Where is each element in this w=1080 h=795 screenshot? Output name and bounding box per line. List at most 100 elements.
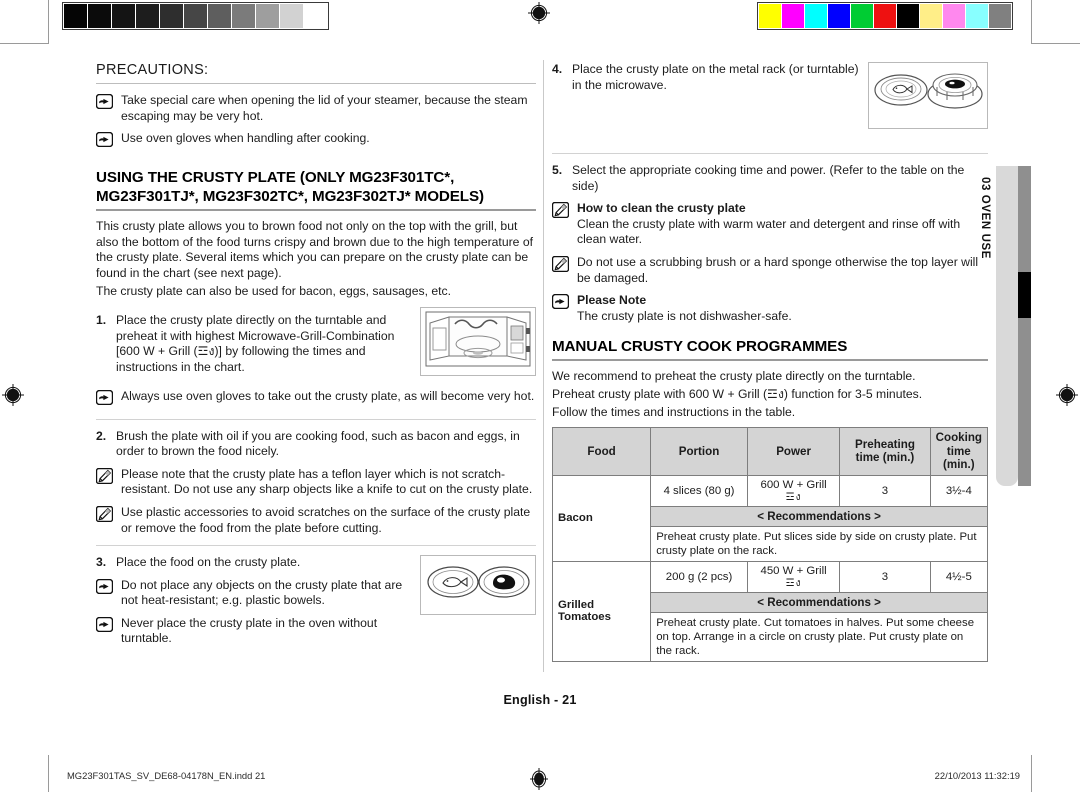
- pointing-hand-icon: [95, 616, 114, 637]
- step-1: 1. Place the crusty plate directly on th…: [96, 313, 412, 375]
- step-1-block: 1. Place the crusty plate directly on th…: [96, 307, 536, 381]
- step-5-number: 5.: [552, 163, 563, 177]
- note-after-step-1: Always use oven gloves to take out the c…: [95, 388, 536, 410]
- recommendations-label-grilled-tomatoes: < Recommendations >: [650, 591, 988, 613]
- cell-power-grilled-tomatoes: 450 W + Grill ☲ง: [746, 560, 841, 593]
- precaution-note-1: Take special care when opening the lid o…: [95, 93, 536, 124]
- section-heading: USING THE CRUSTY PLATE (ONLY MG23F301TC*…: [96, 168, 536, 206]
- registration-target-top-icon: [528, 2, 550, 24]
- gray-swatch-6: [208, 4, 231, 28]
- cell-cooking-grilled-tomatoes: 4½-5: [929, 560, 989, 593]
- precautions-heading: PRECAUTIONS:: [96, 62, 209, 78]
- page-label: English - 21: [503, 693, 577, 707]
- microwave-open-door-figure: [420, 307, 536, 377]
- pointing-hand-icon: [95, 578, 114, 599]
- pointing-hand-icon: [551, 293, 570, 314]
- step-2-number: 2.: [96, 428, 107, 443]
- section-heading-line-2: MG23F301TJ*, MG23F302TC*, MG23F302TJ* MO…: [96, 188, 484, 206]
- crop-mark-top-right-v: [1031, 0, 1032, 44]
- side-tab-bar: [1018, 166, 1031, 486]
- color-swatch-2: [805, 4, 827, 28]
- plate-on-rack-figure: [868, 62, 988, 129]
- note-how-to-clean-title: How to clean the crusty plate: [577, 201, 746, 216]
- grill-glyph-icon: ☲ง: [785, 577, 802, 589]
- column-header-power: Power: [746, 427, 841, 476]
- step-4-text: Place the crusty plate on the metal rack…: [572, 62, 859, 92]
- note-how-to-clean-text: Clean the crusty plate with warm water a…: [577, 216, 961, 247]
- gray-swatch-9: [280, 4, 303, 28]
- crop-mark-bottom-left-v: [48, 755, 49, 792]
- column-header-food: Food: [551, 427, 652, 476]
- side-tab-background: [996, 166, 1018, 486]
- step-2-text: Brush the plate with oil if you are cook…: [116, 428, 520, 459]
- column-divider: [543, 60, 544, 672]
- note-please-note-title: Please Note: [577, 293, 647, 308]
- crop-mark-bottom-right-v: [1031, 755, 1032, 792]
- note-after-step-1-text: Always use oven gloves to take out the c…: [121, 388, 535, 403]
- cell-food-grilled-tomatoes: Grilled Tomatoes: [551, 560, 652, 662]
- pointing-hand-icon: [95, 131, 114, 152]
- section-heading-line-1: USING THE CRUSTY PLATE (ONLY MG23F301TC*…: [96, 169, 455, 187]
- step-1-text: Place the crusty plate directly on the t…: [116, 313, 395, 374]
- color-calibration-strip: [757, 2, 1013, 30]
- precaution-note-2-text: Use oven gloves when handling after cook…: [121, 131, 370, 146]
- step-3: 3. Place the food on the crusty plate.: [96, 555, 412, 571]
- color-swatch-5: [874, 4, 896, 28]
- color-swatch-8: [943, 4, 965, 28]
- note-scrubbing-brush: Do not use a scrubbing brush or a hard s…: [551, 255, 988, 286]
- column-header-preheating-time: Preheating time (min.): [839, 427, 931, 476]
- intro-paragraph-2: The crusty plate can also be used for ba…: [96, 283, 452, 298]
- color-swatch-0: [759, 4, 781, 28]
- cell-portion-bacon: 4 slices (80 g): [650, 474, 748, 507]
- note-never-without-turntable: Never place the crusty plate in the oven…: [95, 615, 412, 647]
- cell-preheating-grilled-tomatoes: 3: [839, 560, 931, 593]
- step-3-text: Place the food on the crusty plate.: [116, 555, 301, 570]
- table-header-row: Food Portion Power Preheating time (min.)…: [551, 427, 989, 476]
- step-5-text: Select the appropriate cooking time and …: [572, 163, 965, 193]
- step-4-number: 4.: [552, 62, 563, 76]
- recommendations-text-grilled-tomatoes: Preheat crusty plate. Cut tomatoes in ha…: [650, 611, 988, 662]
- crop-mark-top-left-v: [48, 0, 49, 44]
- color-swatch-7: [920, 4, 942, 28]
- note-heat-resistant: Do not place any objects on the crusty p…: [95, 578, 412, 609]
- note-pencil-icon: [551, 255, 570, 277]
- cell-portion-grilled-tomatoes: 200 g (2 pcs): [650, 560, 748, 593]
- programmes-intro-3: Follow the times and instructions in the…: [552, 404, 796, 419]
- divider-after-step-2: [96, 545, 536, 547]
- note-never-without-turntable-text: Never place the crusty plate in the oven…: [121, 615, 378, 646]
- crop-mark-top-left-h: [0, 43, 48, 44]
- cell-power-bacon: 600 W + Grill ☲ง: [746, 474, 841, 507]
- fish-and-steak-on-plates-figure: [420, 555, 536, 616]
- gray-swatch-8: [256, 4, 279, 28]
- gray-swatch-4: [160, 4, 183, 28]
- gray-swatch-10: [304, 4, 327, 28]
- grayscale-calibration-strip: [62, 2, 329, 30]
- color-swatch-10: [989, 4, 1011, 28]
- step-2: 2. Brush the plate with oil if you are c…: [96, 429, 536, 460]
- gray-swatch-1: [88, 4, 111, 28]
- note-plastic-accessories-text: Use plastic accessories to avoid scratch…: [121, 504, 531, 535]
- date-stamp: 22/10/2013 11:32:19: [934, 770, 1020, 781]
- column-header-portion: Portion: [650, 427, 748, 476]
- programmes-heading-rule: [552, 359, 988, 362]
- color-swatch-4: [851, 4, 873, 28]
- registration-target-right-icon: [1056, 384, 1078, 406]
- right-column: 4. Place the crusty plate on the metal r…: [551, 62, 989, 662]
- section-heading-rule: [96, 209, 536, 212]
- side-tab-chapter-marker: [1018, 272, 1031, 318]
- divider-after-step-4: [552, 153, 988, 154]
- precaution-note-1-text: Take special care when opening the lid o…: [121, 93, 528, 123]
- note-please-note: Please Note The crusty plate is not dish…: [551, 293, 988, 324]
- gray-swatch-2: [112, 4, 135, 28]
- note-pencil-icon: [95, 467, 114, 489]
- color-swatch-3: [828, 4, 850, 28]
- manual-crusty-cook-table: Food Portion Power Preheating time (min.)…: [551, 427, 989, 662]
- note-teflon: Please note that the crusty plate has a …: [95, 467, 536, 498]
- note-pencil-icon: [95, 505, 114, 527]
- step-3-number: 3.: [96, 555, 107, 570]
- cell-food-bacon: Bacon: [551, 474, 652, 562]
- intro-paragraph: This crusty plate allows you to brown fo…: [96, 219, 533, 280]
- precautions-heading-rule: [96, 83, 536, 84]
- color-swatch-1: [782, 4, 804, 28]
- step-3-block: 3. Place the food on the crusty plate. D…: [95, 555, 536, 654]
